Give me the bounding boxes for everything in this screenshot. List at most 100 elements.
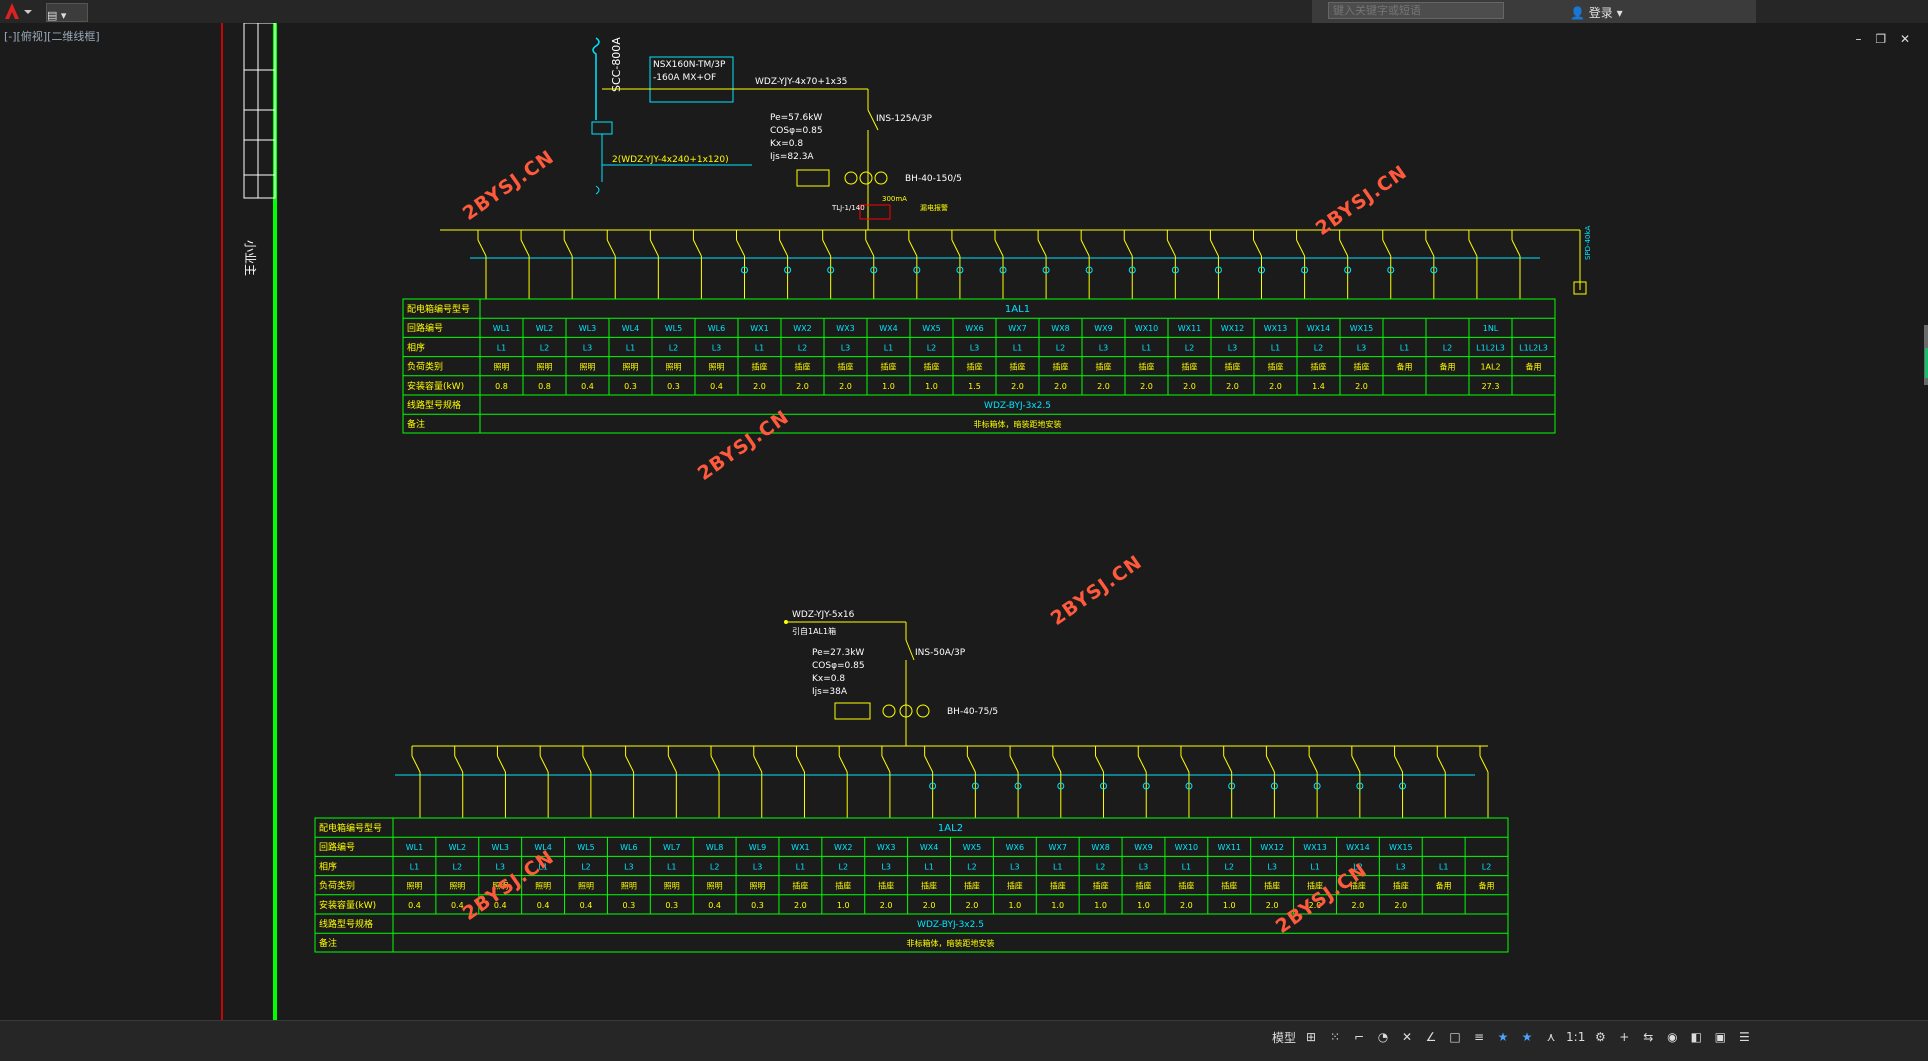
lineweight-icon[interactable]: ≡	[1470, 1027, 1488, 1047]
table-row-label: 线路型号规格	[407, 399, 461, 411]
calc-cos: COSφ=0.85	[770, 126, 823, 136]
table-cell: WL7	[663, 843, 680, 852]
table-cell: WL4	[622, 324, 639, 333]
breaker-symbol	[994, 239, 1004, 257]
table-cell: 1AL2	[1480, 363, 1500, 372]
table-cell: L3	[881, 862, 891, 871]
grounding-label: TLJ-1/140	[831, 204, 865, 212]
customize-icon[interactable]: ☰	[1735, 1027, 1753, 1047]
status-bar-buttons: 模型 ⊞ ⁙ ⌐ ◔ ✕ ∠ □ ≡ ★ ★ ⋏ 1:1 ⚙ + ⇆ ◉ ◧ ▣ ☰	[1272, 1026, 1753, 1048]
table-cell: L1	[497, 343, 507, 352]
workspace-icon[interactable]: ⇆	[1639, 1027, 1657, 1047]
breaker-symbol	[1468, 239, 1478, 257]
table-cell: WX1	[750, 324, 768, 333]
table-cell: L3	[1228, 343, 1238, 352]
ortho-icon[interactable]: ⌐	[1350, 1027, 1368, 1047]
snap-icon[interactable]: ⁙	[1326, 1027, 1344, 1047]
scale-icon[interactable]: ⋏	[1542, 1027, 1560, 1047]
table-cell: 2.0	[1054, 382, 1067, 391]
table-row-label: 安装容量(kW)	[319, 899, 376, 911]
table-note: 非标箱体，暗装距地安装	[907, 938, 995, 948]
gear-icon[interactable]: ⚙	[1591, 1027, 1609, 1047]
ct-label: BH-40-150/5	[905, 174, 962, 184]
surge-label: SPD-40kA	[1584, 225, 1592, 260]
table-cell: L3	[1267, 862, 1277, 871]
table-cell: WX2	[834, 843, 852, 852]
plus-icon[interactable]: +	[1615, 1027, 1633, 1047]
calc-ijs: Ijs=82.3A	[770, 152, 814, 162]
annotation-scale[interactable]: 1:1	[1566, 1027, 1585, 1047]
table-cell: L2	[540, 343, 550, 352]
autocad-logo-icon[interactable]	[2, 1, 38, 21]
panel2-branches	[411, 746, 1489, 818]
table-cell: WX9	[1094, 324, 1112, 333]
table-cell: 照明	[707, 882, 723, 891]
table-cell: 0.3	[667, 382, 680, 391]
table-cell: L2	[581, 862, 591, 871]
table-cell: WL6	[620, 843, 637, 852]
quick-access-button[interactable]: ▤ ▾	[46, 3, 88, 22]
table-cell: WL2	[536, 324, 553, 333]
breaker-symbol	[582, 755, 592, 773]
table-cell: L1	[1439, 862, 1449, 871]
table-cell: L3	[495, 862, 505, 871]
table-row-label: 备注	[407, 418, 425, 430]
table-cell: 插座	[1264, 881, 1280, 891]
table-cell: WX1	[791, 843, 809, 852]
table-cell: 照明	[623, 363, 639, 372]
fullscreen-icon[interactable]: ▣	[1711, 1027, 1729, 1047]
visibility-icon[interactable]: ★	[1518, 1027, 1536, 1047]
table-cell: WX14	[1346, 843, 1370, 852]
table-cell: L1	[884, 343, 894, 352]
table-cell: WL5	[577, 843, 594, 852]
table-cell: 照明	[709, 363, 725, 372]
breaker-symbol	[1394, 755, 1404, 773]
table-cell: 0.8	[538, 382, 551, 391]
table-cell: 2.0	[1011, 382, 1024, 391]
breaker-symbol	[1382, 239, 1392, 257]
annotation-icon[interactable]: ★	[1494, 1027, 1512, 1047]
table-cell: L2	[1096, 862, 1106, 871]
table-cell: WX14	[1307, 324, 1331, 333]
breaker-symbol	[1511, 239, 1521, 257]
table-cell: 0.3	[751, 901, 764, 910]
table-cell: 照明	[580, 363, 596, 372]
breaker-symbol	[966, 755, 976, 773]
polar-icon[interactable]: ◔	[1374, 1027, 1392, 1047]
breaker-symbol	[710, 755, 720, 773]
hardware-icon[interactable]: ◧	[1687, 1027, 1705, 1047]
table-cell: 插座	[878, 881, 894, 891]
table-cell: 插座	[1354, 362, 1370, 372]
ucs-icon[interactable]: □	[1446, 1027, 1464, 1047]
table-cell: WX12	[1260, 843, 1284, 852]
table-cell: 1.0	[1051, 901, 1064, 910]
table-cell: 插座	[1010, 362, 1026, 372]
table-cell: WL3	[491, 843, 508, 852]
breaker-symbol	[1308, 755, 1318, 773]
table-cell: 1.0	[1137, 901, 1150, 910]
table-cell: WX7	[1048, 843, 1066, 852]
grid-icon[interactable]: ⊞	[1302, 1027, 1320, 1047]
login-button[interactable]: 👤 登录 ▾	[1570, 4, 1623, 21]
osnap-icon[interactable]: ✕	[1398, 1027, 1416, 1047]
model-tab[interactable]: 模型	[1272, 1027, 1296, 1047]
table-cell: WL6	[708, 324, 725, 333]
drawing-canvas[interactable]: 小业主 SCC-800A NSX160N-TM/3P -160A MX+OF W…	[0, 23, 1928, 1020]
table-cell: WX3	[877, 843, 895, 852]
table-row-label: 线路型号规格	[319, 918, 373, 930]
table-cell: 2.0	[839, 382, 852, 391]
angle-icon[interactable]: ∠	[1422, 1027, 1440, 1047]
table-cell: 1.5	[968, 382, 981, 391]
table-cell: 插座	[1182, 362, 1198, 372]
table-cell: 备用	[1526, 362, 1542, 372]
table-row-label: 负荷类别	[407, 361, 443, 373]
isolate-icon[interactable]: ◉	[1663, 1027, 1681, 1047]
table-cell: 插座	[1221, 881, 1237, 891]
table-cell: 备用	[1397, 362, 1413, 372]
table-cell: WX11	[1178, 324, 1202, 333]
table-cell: L3	[624, 862, 634, 871]
table-cell: WL1	[493, 324, 510, 333]
search-input[interactable]	[1328, 2, 1504, 19]
table-cell: L1	[1400, 343, 1410, 352]
document-icon: ▤ ▾	[47, 9, 67, 22]
